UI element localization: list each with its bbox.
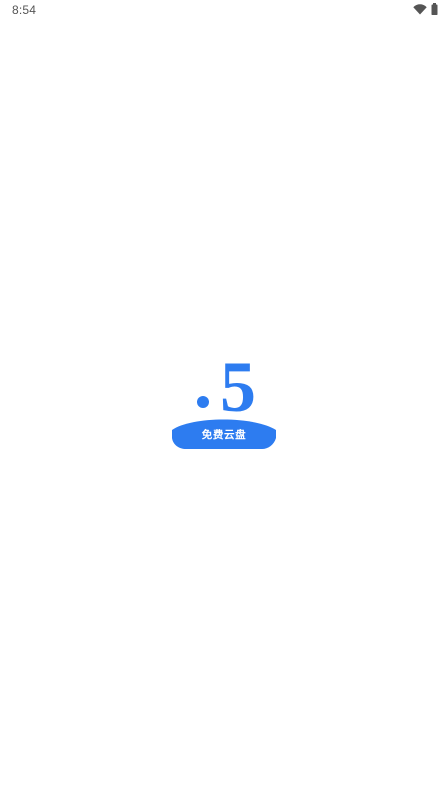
app-logo: 5 免费云盘 [170,352,278,454]
logo-numeral: 5 [220,352,256,427]
splash-screen: 5 免费云盘 [0,0,448,797]
logo-text: 免费云盘 [201,429,247,441]
